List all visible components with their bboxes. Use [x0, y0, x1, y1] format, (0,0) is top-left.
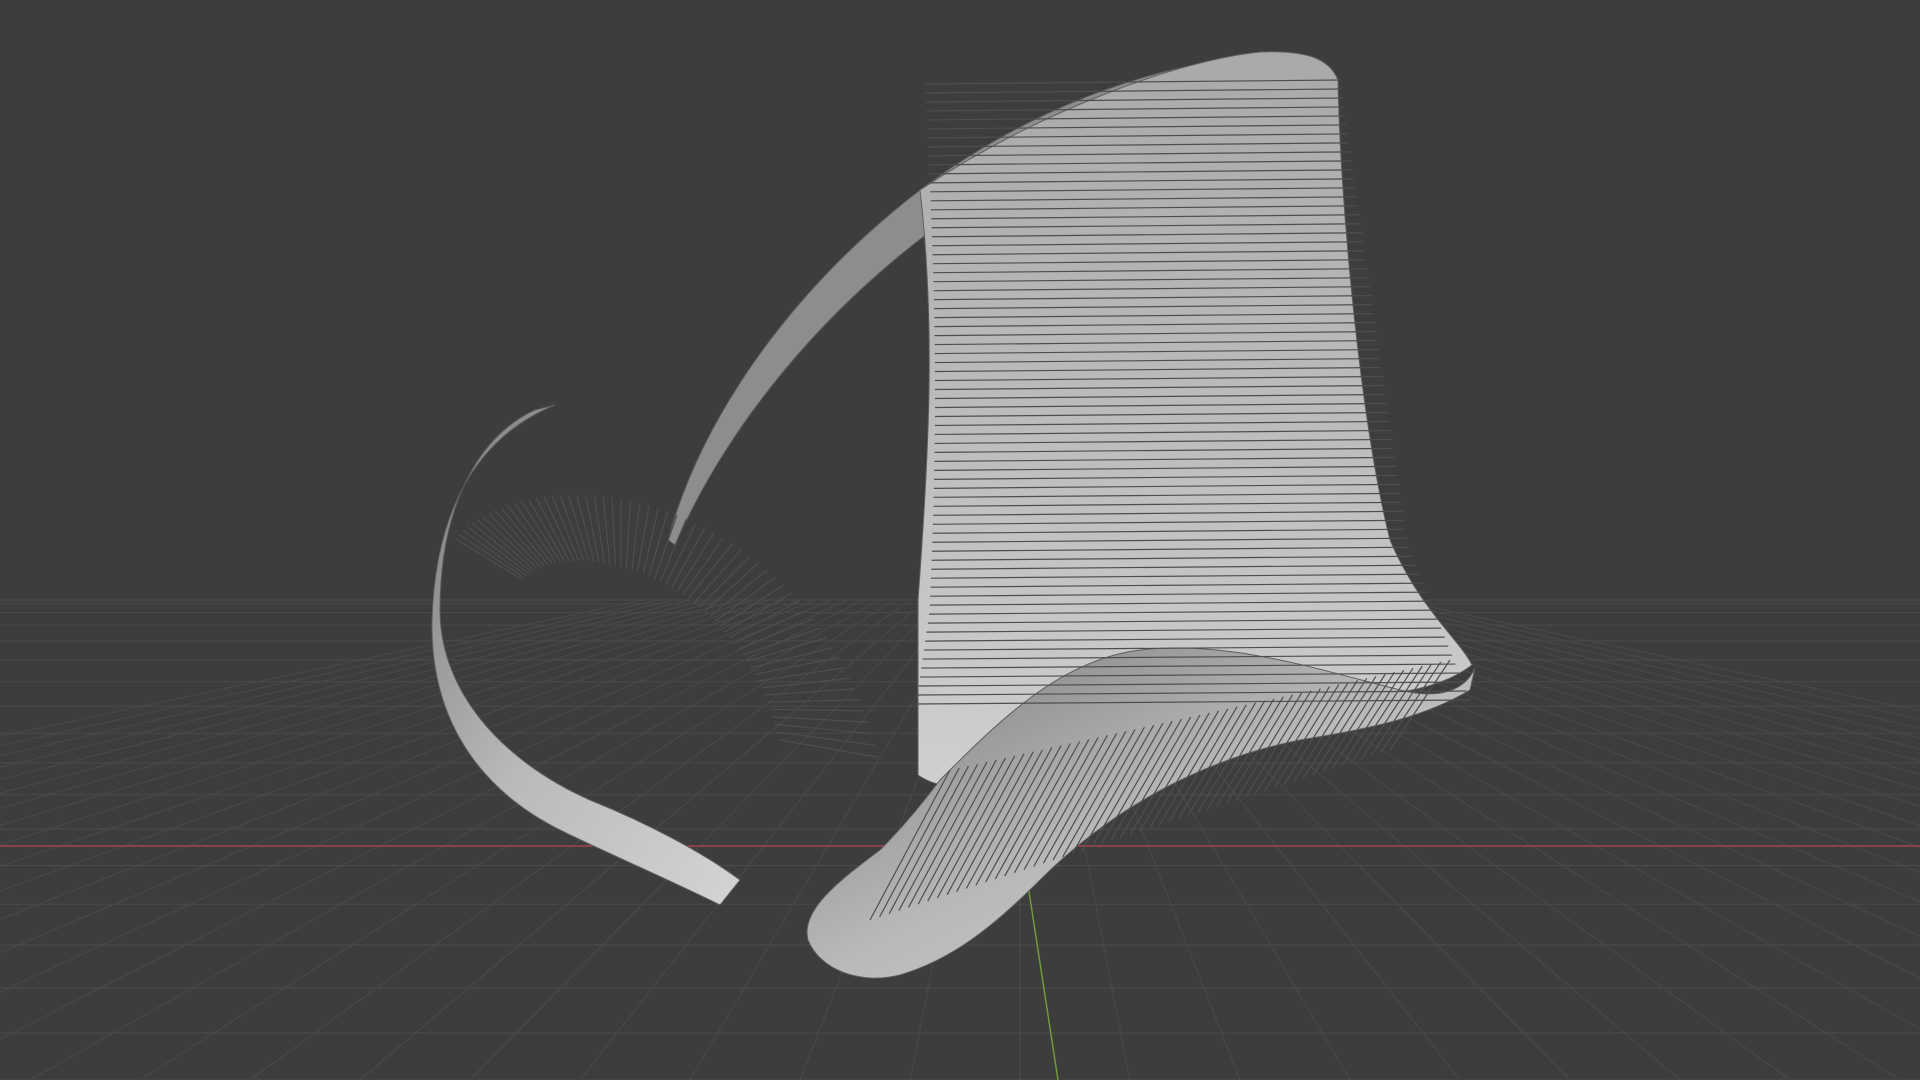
- 3d-viewport[interactable]: [0, 0, 1920, 1080]
- viewport-canvas[interactable]: [0, 0, 1920, 1080]
